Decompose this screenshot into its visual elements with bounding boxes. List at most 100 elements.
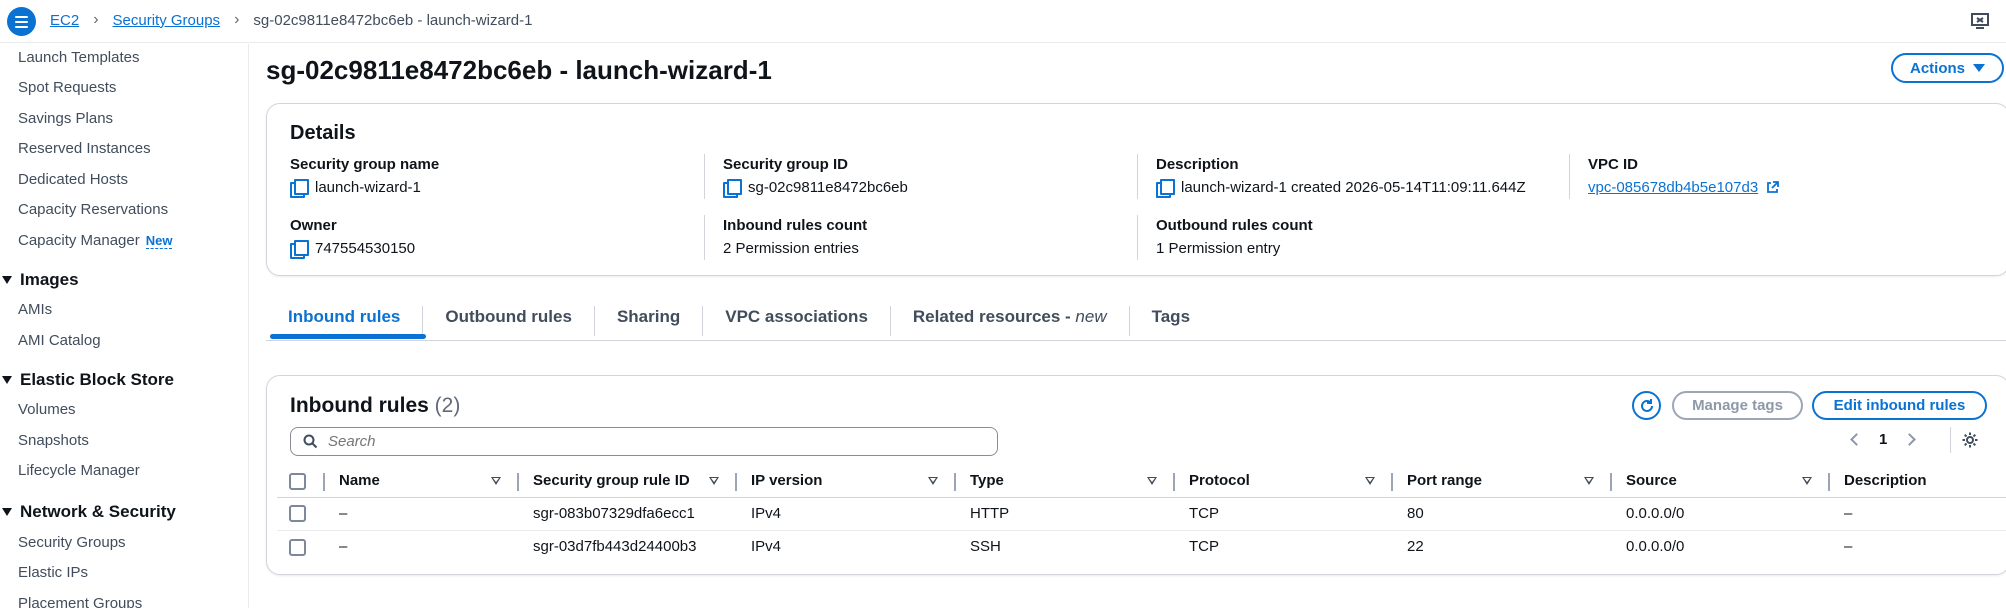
sidebar-section-images[interactable]: Images: [0, 270, 79, 290]
column-header-protocol[interactable]: Protocol: [1175, 465, 1393, 498]
field-label: Owner: [290, 217, 337, 234]
column-header-type[interactable]: Type: [956, 465, 1175, 498]
copy-icon[interactable]: [290, 179, 309, 198]
tab-vpc-associations[interactable]: VPC associations: [703, 306, 891, 336]
sort-icon[interactable]: [491, 477, 501, 485]
column-header-name[interactable]: Name: [325, 465, 519, 498]
divider: [704, 154, 705, 199]
row-checkbox[interactable]: [289, 505, 306, 523]
divider: [1950, 427, 1951, 453]
field-vpc-id: VPC ID vpc-085678db4b5e107d3: [1588, 156, 1780, 196]
column-label: Security group rule ID: [533, 472, 690, 490]
field-value: 2 Permission entries: [723, 240, 859, 257]
tab-tags[interactable]: Tags: [1130, 306, 1212, 336]
table-row[interactable]: – sgr-083b07329dfa6ecc1 IPv4 HTTP TCP 80…: [277, 497, 2006, 531]
cell-rule-id: sgr-03d7fb443d24400b3: [533, 538, 697, 556]
column-header-rule-id[interactable]: Security group rule ID: [519, 465, 737, 498]
edit-inbound-rules-button[interactable]: Edit inbound rules: [1812, 391, 1987, 420]
refresh-button[interactable]: [1632, 391, 1661, 420]
details-panel: Details Security group name launch-wizar…: [266, 103, 2006, 276]
tab-sharing[interactable]: Sharing: [595, 306, 704, 336]
field-label: Security group name: [290, 156, 440, 173]
sidebar-item-elastic-ips[interactable]: Elastic IPs: [18, 564, 88, 581]
sidebar-item-snapshots[interactable]: Snapshots: [18, 432, 89, 449]
tab-related-resources[interactable]: Related resources - new: [891, 306, 1130, 336]
copy-icon[interactable]: [723, 179, 742, 198]
breadcrumb-security-groups[interactable]: Security Groups: [113, 12, 221, 29]
sidebar-item-savings-plans[interactable]: Savings Plans: [18, 110, 113, 127]
column-header-ip-version[interactable]: IP version: [737, 465, 956, 498]
cell-port-range: 22: [1407, 538, 1424, 556]
sort-icon[interactable]: [1147, 477, 1157, 485]
copy-icon[interactable]: [290, 240, 309, 259]
breadcrumb-ec2[interactable]: EC2: [50, 12, 79, 29]
vpc-id-link[interactable]: vpc-085678db4b5e107d3: [1588, 179, 1758, 196]
column-label: IP version: [751, 472, 823, 490]
column-header-description[interactable]: Description: [1830, 465, 2006, 498]
sidebar-item-dedicated-hosts[interactable]: Dedicated Hosts: [18, 171, 128, 188]
caret-down-icon: [2, 508, 12, 516]
tab-inbound-rules[interactable]: Inbound rules: [266, 306, 424, 336]
copy-icon[interactable]: [1156, 179, 1175, 198]
sort-icon[interactable]: [709, 477, 719, 485]
column-label: Protocol: [1189, 472, 1250, 490]
menu-icon[interactable]: [7, 7, 36, 36]
sidebar-item-launch-templates[interactable]: Launch Templates: [18, 49, 139, 66]
cell-rule-id: sgr-083b07329dfa6ecc1: [519, 497, 737, 531]
sidebar-item-lifecycle-manager[interactable]: Lifecycle Manager: [18, 462, 140, 479]
sidebar-item-reserved-instances[interactable]: Reserved Instances: [18, 140, 151, 157]
select-all-checkbox[interactable]: [289, 472, 306, 490]
cell-source: 0.0.0.0/0: [1626, 538, 1685, 556]
actions-button[interactable]: Actions: [1891, 53, 2004, 83]
chevron-left-icon[interactable]: [1850, 433, 1863, 446]
sidebar-item-capacity-manager[interactable]: Capacity Manager New: [18, 232, 173, 249]
field-inbound-count: Inbound rules count 2 Permission entries: [723, 217, 867, 257]
sort-icon[interactable]: [1584, 477, 1594, 485]
sidebar-item-capacity-reservations[interactable]: Capacity Reservations: [18, 201, 168, 218]
actions-label: Actions: [1909, 59, 1965, 77]
sidebar-item-ami-catalog[interactable]: AMI Catalog: [18, 332, 101, 349]
screen-info-icon[interactable]: [1970, 11, 1990, 31]
tab-outbound-rules[interactable]: Outbound rules: [423, 306, 595, 336]
external-link-icon[interactable]: [1766, 181, 1780, 194]
chevron-right-icon[interactable]: [1903, 433, 1917, 446]
column-header-port-range[interactable]: Port range: [1393, 465, 1612, 498]
search-field[interactable]: [290, 427, 998, 456]
top-bar: EC2 › Security Groups › sg-02c9811e8472b…: [0, 0, 2006, 43]
panel-title: Inbound rules: [290, 394, 429, 417]
sort-icon[interactable]: [1802, 477, 1812, 485]
sidebar-item-volumes[interactable]: Volumes: [18, 401, 76, 418]
breadcrumb: EC2 › Security Groups › sg-02c9811e8472b…: [50, 11, 532, 29]
cell-description: –: [1830, 497, 2006, 531]
row-checkbox[interactable]: [289, 538, 306, 556]
field-label: Inbound rules count: [723, 217, 868, 234]
new-badge: New: [145, 232, 173, 249]
divider: [1569, 154, 1570, 199]
manage-tags-button[interactable]: Manage tags: [1672, 391, 1803, 420]
sidebar-item-amis[interactable]: AMIs: [18, 301, 52, 318]
page-number[interactable]: 1: [1879, 431, 1887, 448]
column-label: Name: [339, 472, 380, 490]
select-all-cell: [277, 465, 325, 498]
search-input[interactable]: [328, 433, 968, 450]
sidebar-nav: Launch Templates Spot Requests Savings P…: [0, 44, 249, 608]
field-value: launch-wizard-1: [315, 179, 421, 196]
sidebar-section-network-security[interactable]: Network & Security: [0, 502, 176, 522]
field-label: Outbound rules count: [1156, 217, 1313, 234]
sidebar-item-spot-requests[interactable]: Spot Requests: [18, 79, 116, 96]
field-value: 747554530150: [315, 240, 416, 257]
sort-icon[interactable]: [1365, 477, 1375, 485]
gear-icon[interactable]: [1961, 431, 1979, 449]
sort-icon[interactable]: [928, 477, 938, 485]
sidebar-item-placement-groups[interactable]: Placement Groups: [18, 595, 142, 608]
column-header-source[interactable]: Source: [1612, 465, 1830, 498]
table-row[interactable]: – sgr-03d7fb443d24400b3 IPv4 SSH TCP 22 …: [277, 530, 2006, 563]
sidebar-section-ebs[interactable]: Elastic Block Store: [0, 370, 174, 390]
sidebar-item-security-groups[interactable]: Security Groups: [18, 534, 126, 551]
field-value: 1 Permission entry: [1156, 240, 1281, 257]
cell-ip-version: IPv4: [751, 538, 782, 556]
cell-protocol: TCP: [1189, 538, 1219, 556]
pagination: 1: [1850, 431, 1917, 448]
cell-ip-version: IPv4: [737, 497, 956, 531]
row-select-cell: [277, 530, 325, 563]
